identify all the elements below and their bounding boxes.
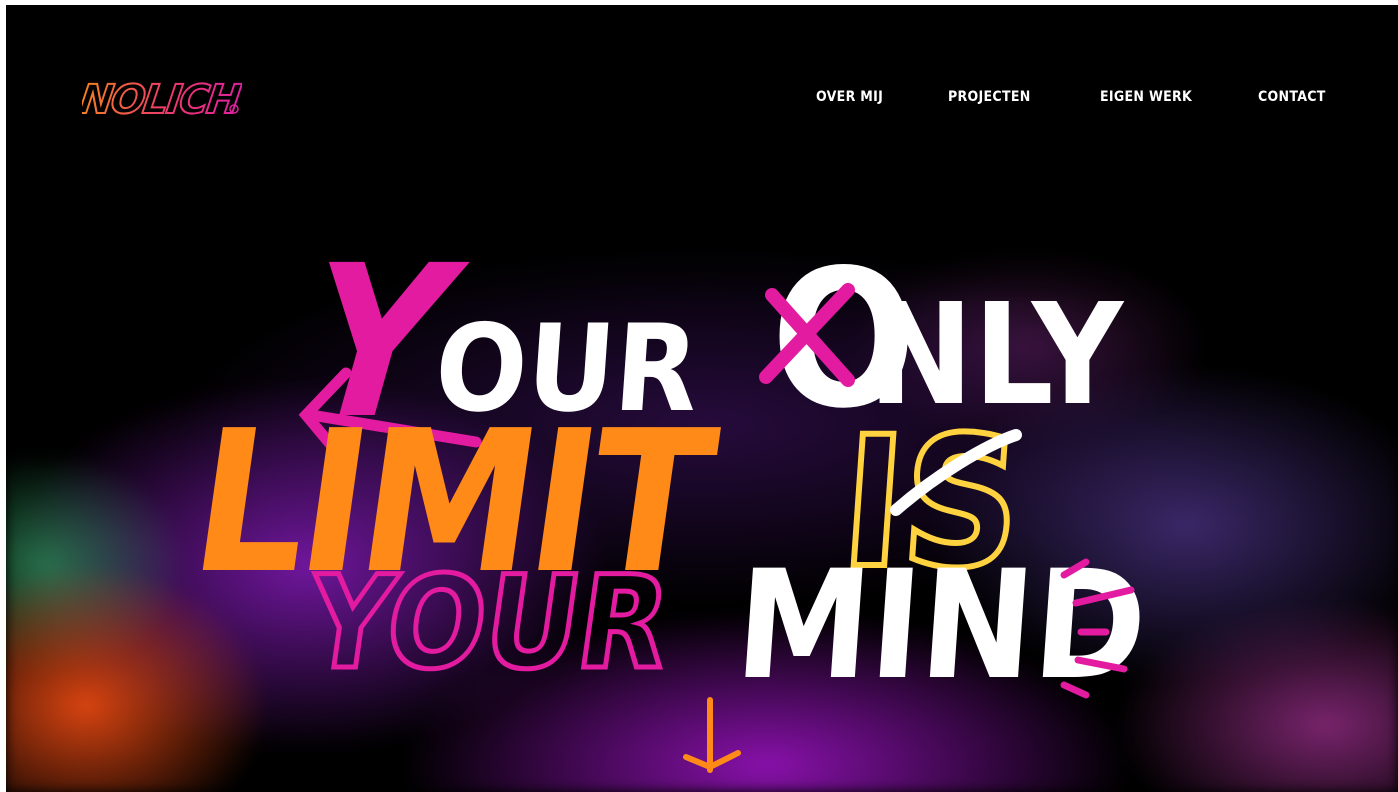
hero-graphic: Y OUR O NLY LIMIT IS YOUR MIND: [180, 221, 1152, 773]
page: NOLICH OVER MIJ PROJECTEN EIGEN WERK CON…: [6, 5, 1398, 792]
hero-word-your: YOUR: [297, 550, 679, 698]
hero-headline: Y OUR O NLY LIMIT IS YOUR MIND: [6, 5, 1398, 792]
hero-word-mind: MIND: [730, 539, 1152, 713]
